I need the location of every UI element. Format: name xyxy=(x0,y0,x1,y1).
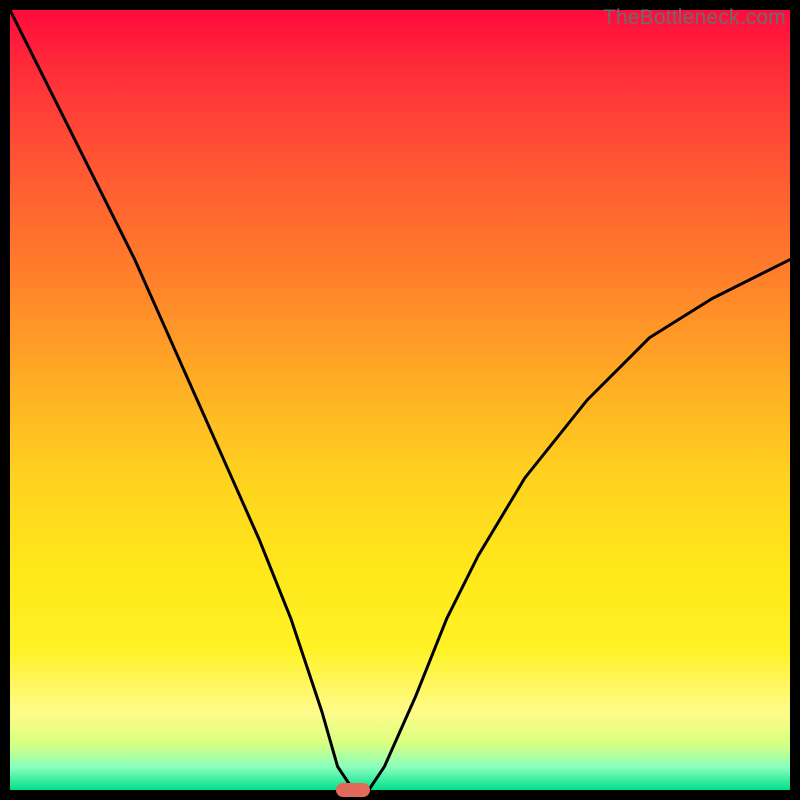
curve-path xyxy=(10,10,790,790)
watermark-text: TheBottleneck.com xyxy=(603,6,786,30)
chart-plot-area xyxy=(10,10,790,790)
optimal-marker xyxy=(336,783,370,797)
chart-stage: TheBottleneck.com xyxy=(0,0,800,800)
bottleneck-curve xyxy=(10,10,790,790)
